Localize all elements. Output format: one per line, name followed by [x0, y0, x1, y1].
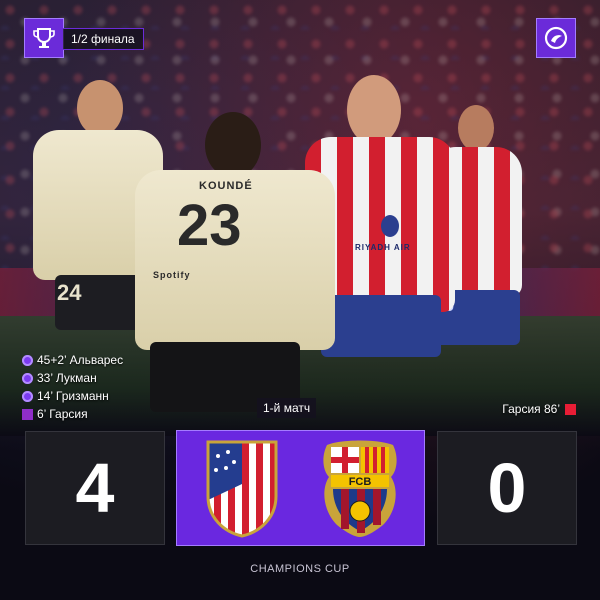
scorer-row: 14’ Гризманн: [22, 388, 123, 404]
match-label: 1-й матч: [257, 398, 317, 418]
red-card-icon: [565, 403, 576, 415]
goal-icon: [22, 354, 33, 366]
scorer-row: 6’ Гарсия: [22, 406, 123, 422]
competition-name: CHAMPIONS CUP: [250, 563, 350, 575]
sponsor-text-right: RIYADH AIR: [355, 243, 411, 252]
crests-panel: FCB: [176, 430, 425, 546]
goal-icon: [22, 372, 33, 384]
jersey-number-center: 23: [177, 193, 242, 258]
scorer-text: 14’ Гризманн: [37, 389, 109, 403]
jersey-name-center: KOUNDÉ: [199, 180, 253, 192]
away-event-text: Гарсия 86’: [502, 402, 560, 416]
scorer-row: 45+2’ Альварес: [22, 352, 123, 368]
scorer-text: 6’ Гарсия: [37, 407, 88, 421]
trophy-cup-icon: [24, 18, 64, 58]
away-score: 0: [437, 431, 577, 545]
away-event: Гарсия 86’: [502, 402, 576, 416]
player-center: KOUNDÉ 23 Spotify: [95, 112, 335, 432]
brand-logo-icon: [536, 18, 576, 58]
match-result-card: 24 16 RIYADH AIR 7 KOUNDÉ 23 Spotify: [0, 0, 600, 600]
jersey-number-left: 24: [57, 280, 82, 305]
atletico-madrid-crest-icon: [206, 440, 278, 538]
fc-barcelona-crest-icon: FCB: [323, 440, 397, 537]
sponsor-text-center: Spotify: [153, 270, 191, 280]
goal-icon: [22, 390, 33, 402]
home-scorers-list: 45+2’ Альварес 33’ Лукман 14’ Гризманн 6…: [22, 352, 123, 424]
red-card-icon: [22, 408, 33, 420]
scorer-row: 33’ Лукман: [22, 370, 123, 386]
crest-text: FCB: [349, 476, 372, 488]
home-score: 4: [25, 431, 165, 545]
sponsor-logo: [381, 215, 399, 237]
scorer-text: 33’ Лукман: [37, 371, 97, 385]
scorer-text: 45+2’ Альварес: [37, 353, 124, 367]
stage-label: 1/2 финала: [62, 28, 144, 50]
